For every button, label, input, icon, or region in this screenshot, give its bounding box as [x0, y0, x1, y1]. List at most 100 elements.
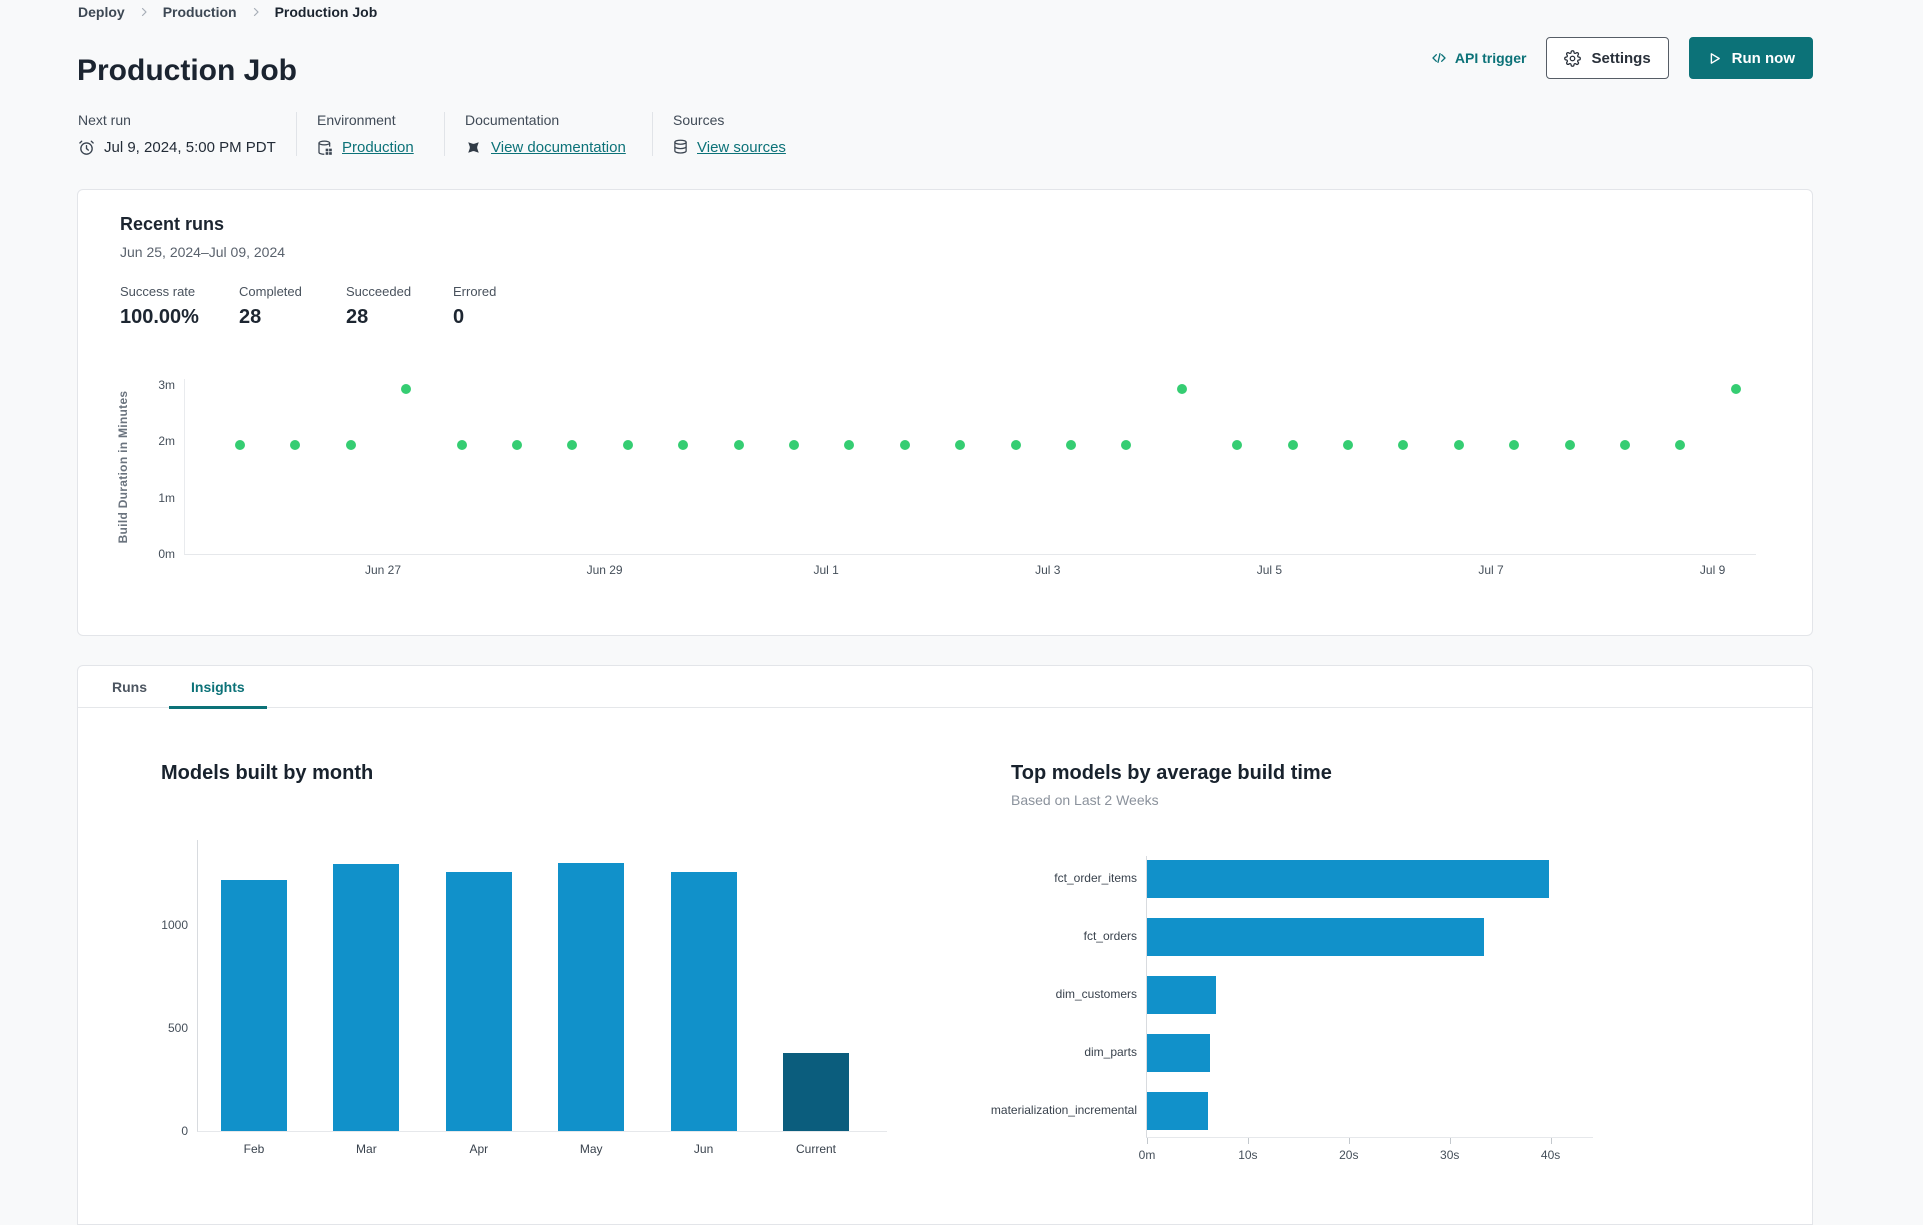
scatter-point[interactable]: [1730, 383, 1741, 394]
hbar-x-tick-mark: [1550, 1138, 1552, 1144]
scatter-point[interactable]: [1287, 440, 1298, 450]
settings-button[interactable]: Settings: [1546, 37, 1669, 79]
environment-link[interactable]: Production: [342, 139, 414, 156]
scatter-point[interactable]: [1010, 440, 1021, 450]
scatter-x-tick: Jul 1: [813, 563, 839, 577]
build-duration-scatter-chart: 0m 1m 2m 3m Jun 27 Jun 29 Jul 1 Jul 3 Jul 5 Jul 7…: [158, 378, 1756, 577]
documentation-label: Documentation: [465, 112, 560, 128]
scatter-y-tick: 1m: [158, 490, 175, 505]
hbar-x-tick-mark: [1247, 1138, 1249, 1144]
hbar-x-tick-mark: [1147, 1138, 1148, 1144]
hbar-category-label: dim_parts: [1084, 1045, 1137, 1059]
monthly-x-label: Jun: [693, 1142, 714, 1156]
monthly-bar: [670, 871, 737, 1131]
recent-runs-title: Recent runs: [120, 214, 225, 234]
scatter-y-tick: 0m: [158, 547, 175, 561]
monthly-y-tick: 500: [167, 1021, 188, 1036]
scatter-point[interactable]: [1509, 440, 1520, 450]
chevron-right-icon: [138, 6, 150, 18]
hbar-x-tick-label: 30s: [1440, 1148, 1460, 1162]
scatter-point[interactable]: [235, 440, 245, 450]
hbar-bar: [1147, 976, 1216, 1014]
monthly-x-label: Mar: [356, 1142, 377, 1156]
scatter-point[interactable]: [899, 440, 910, 450]
breadcrumb-production[interactable]: Production: [163, 4, 237, 20]
scatter-point[interactable]: [456, 440, 467, 450]
play-icon: [1707, 51, 1722, 66]
run-now-button[interactable]: Run now: [1688, 37, 1813, 79]
scatter-point[interactable]: [1453, 440, 1464, 450]
database-grid-icon: [317, 140, 333, 156]
scatter-point[interactable]: [733, 440, 744, 450]
tab-insights[interactable]: Insights: [169, 666, 267, 709]
scatter-point[interactable]: [401, 383, 412, 394]
alarm-clock-icon: [78, 139, 95, 156]
stat-errored: Errored 0: [453, 284, 497, 328]
api-trigger-link[interactable]: API trigger: [1431, 50, 1526, 66]
scatter-point[interactable]: [844, 440, 855, 450]
hbar-x-tick-label: 20s: [1339, 1148, 1359, 1162]
production-job-page: { "breadcrumb": { "separator": "›", "ite…: [0, 0, 1923, 1225]
chevron-right-icon: [250, 6, 262, 18]
scatter-point[interactable]: [567, 440, 578, 450]
recent-runs-date-range: Jun 25, 2024–Jul 09, 2024: [120, 244, 286, 260]
hbar-category-label: fct_orders: [1083, 929, 1137, 943]
run-now-label: Run now: [1731, 49, 1795, 67]
monthly-bar: [445, 871, 512, 1131]
scatter-point[interactable]: [1343, 440, 1353, 450]
tab-runs[interactable]: Runs: [90, 666, 169, 707]
view-sources-link[interactable]: View sources: [697, 139, 786, 156]
top-models-chart-subtitle: Based on Last 2 Weeks: [1011, 792, 1159, 808]
models-built-by-month-chart: 0 500 1000 Feb Mar Apr May Jun Current: [161, 840, 887, 1156]
scatter-point[interactable]: [1398, 440, 1409, 450]
breadcrumb-deploy[interactable]: Deploy: [78, 4, 125, 20]
meta-next-run: Next run Jul 9, 2024, 5:00 PM PDT: [78, 112, 296, 156]
job-detail-card: Runs Insights Models built by month 0 500…: [77, 665, 1813, 1225]
scatter-y-tick: 3m: [158, 377, 175, 392]
monthly-bar: [558, 862, 625, 1131]
tab-bar: Runs Insights: [78, 666, 1812, 709]
scatter-x-tick: Jul 9: [1699, 563, 1726, 577]
settings-label: Settings: [1591, 49, 1651, 67]
database-stack-icon: [673, 139, 688, 156]
scatter-point[interactable]: [622, 440, 633, 450]
page-title: Production Job: [77, 54, 297, 88]
scatter-point[interactable]: [1232, 440, 1243, 450]
gear-icon: [1564, 49, 1582, 67]
scatter-point[interactable]: [678, 440, 689, 450]
scatter-point[interactable]: [1121, 440, 1132, 450]
code-icon: [1431, 50, 1447, 66]
monthly-bar: [783, 1052, 849, 1131]
scatter-point[interactable]: [1620, 440, 1630, 450]
scatter-point[interactable]: [789, 440, 799, 450]
hbar-category-label: materialization_incremental: [990, 1103, 1137, 1117]
environment-label: Environment: [317, 112, 396, 128]
recent-runs-stats: Success rate 100.00% Completed 28 Succee…: [120, 284, 496, 329]
top-models-chart-title: Top models by average build time: [1011, 762, 1332, 784]
scatter-point[interactable]: [290, 440, 301, 450]
scatter-point[interactable]: [512, 440, 522, 450]
breadcrumb: Deploy Production Production Job: [78, 4, 377, 20]
hbar-x-tick-label: 10s: [1238, 1148, 1258, 1162]
hbar-bar: [1147, 860, 1549, 898]
next-run-value: Jul 9, 2024, 5:00 PM PDT: [104, 139, 276, 156]
scatter-point[interactable]: [1675, 440, 1686, 450]
monthly-y-tick: 0: [181, 1124, 188, 1138]
header-actions: API trigger Settings Run now: [1431, 37, 1813, 79]
hbar-category-label: fct_order_items: [1054, 871, 1137, 885]
dbt-logo-icon: [465, 139, 482, 156]
scatter-point[interactable]: [955, 440, 966, 450]
scatter-point[interactable]: [1176, 383, 1187, 394]
scatter-point[interactable]: [345, 440, 356, 450]
scatter-x-tick: Jun 29: [586, 563, 623, 577]
hbar-x-tick-label: 40s: [1540, 1148, 1561, 1162]
monthly-x-label: Apr: [469, 1142, 489, 1156]
monthly-x-label: Feb: [243, 1142, 265, 1156]
job-meta-row: Next run Jul 9, 2024, 5:00 PM PDT Enviro…: [78, 112, 814, 156]
hbar-bar: [1147, 918, 1485, 956]
view-documentation-link[interactable]: View documentation: [491, 139, 626, 156]
top-models-by-build-time-chart: fct_order_items fct_orders dim_customers di…: [991, 856, 1593, 1162]
scatter-point[interactable]: [1066, 440, 1076, 450]
scatter-point[interactable]: [1564, 440, 1575, 450]
hbar-bar: [1147, 1034, 1210, 1072]
